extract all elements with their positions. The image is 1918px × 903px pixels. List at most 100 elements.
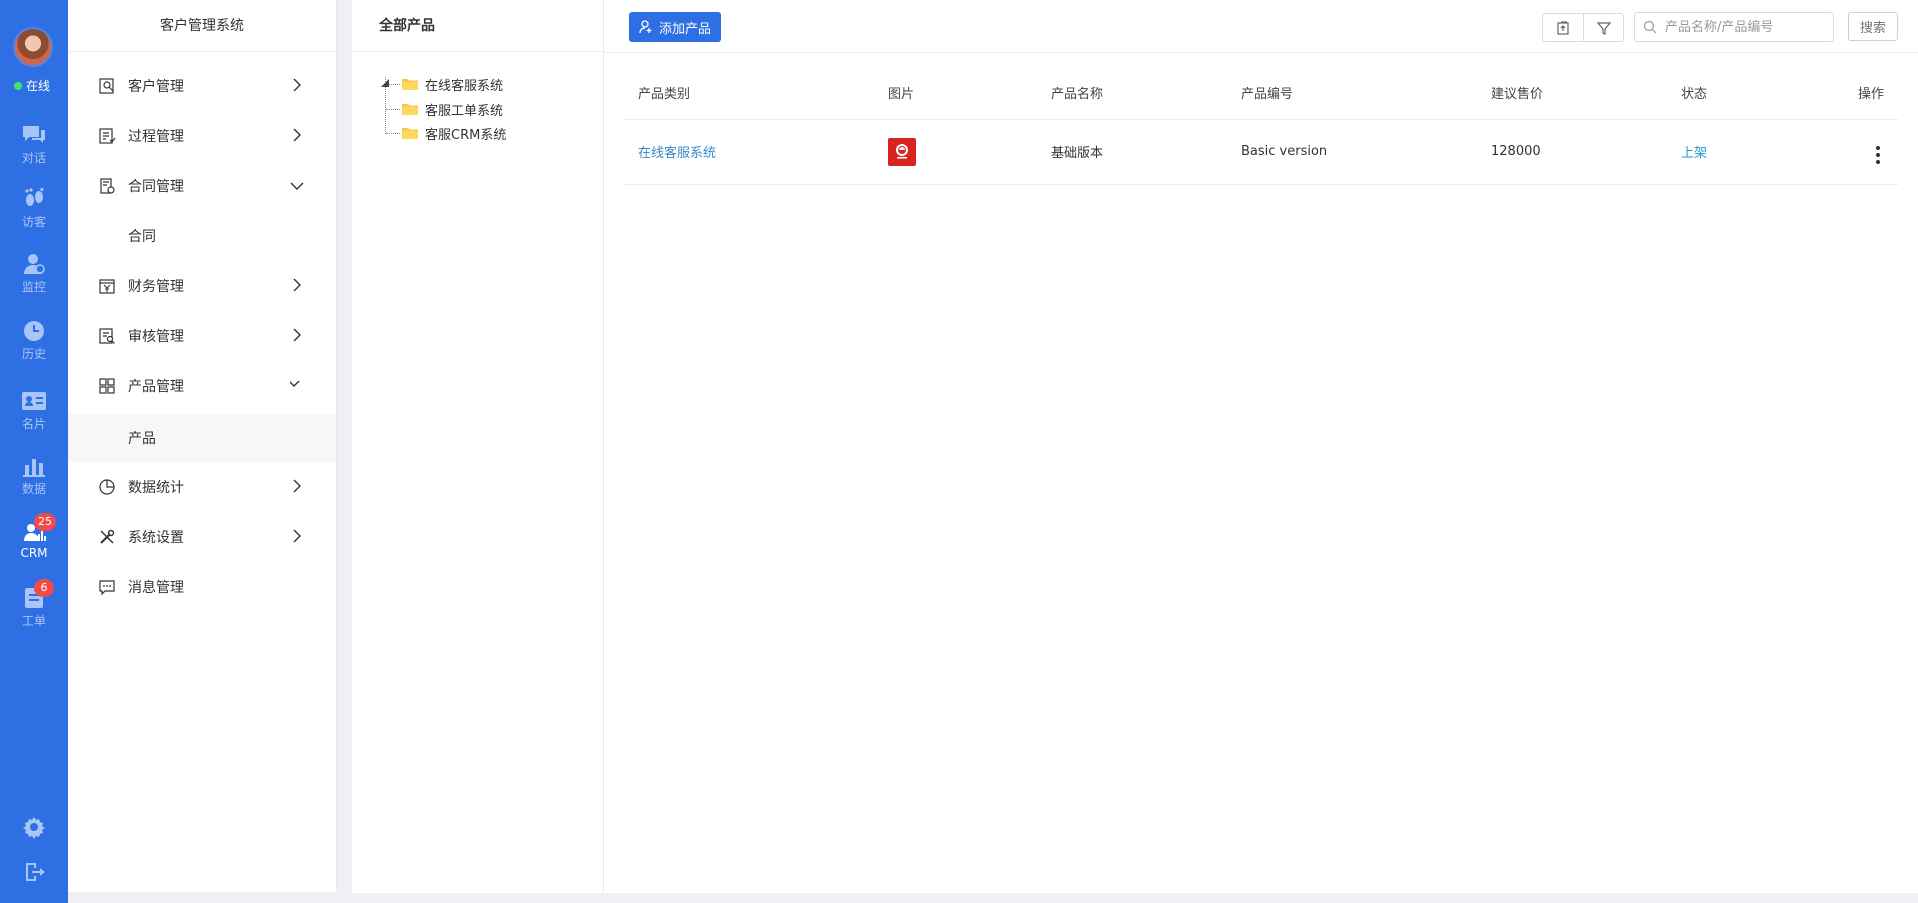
- export-icon: [1557, 20, 1569, 35]
- menu-item-contract-list[interactable]: 合同: [68, 214, 336, 258]
- menu-item-label: 客户管理: [128, 79, 184, 95]
- product-logo-icon: [896, 143, 908, 158]
- folder-icon: [402, 104, 418, 115]
- tree-connector: [386, 109, 400, 110]
- add-product-button[interactable]: 添加产品: [629, 12, 722, 42]
- filter-icon: [1596, 21, 1611, 35]
- rail-item-monitor[interactable]: 监控: [0, 253, 68, 295]
- add-user-icon: [639, 20, 652, 34]
- audit-icon: [99, 328, 115, 344]
- column-header[interactable]: 产品类别: [624, 66, 874, 120]
- rail-item-label: 名片: [21, 417, 46, 431]
- bar-chart-icon: [23, 459, 45, 477]
- tree-node[interactable]: 客服CRM系统: [402, 123, 506, 143]
- tools-icon: [100, 529, 115, 544]
- menu-item-process[interactable]: 过程管理: [68, 114, 336, 158]
- menu-item-audit[interactable]: 审核管理: [68, 314, 336, 358]
- menu-item-statistics[interactable]: 数据统计: [68, 465, 336, 509]
- settings-button[interactable]: [0, 815, 68, 839]
- rail-item-label: CRM: [20, 546, 48, 560]
- rail-item-label: 对话: [21, 151, 46, 165]
- ticket-badge: 6: [34, 579, 54, 597]
- product-table: 产品类别 图片 产品名称 产品编号 建议售价 状态 操作 在线客服系统 基础版本…: [624, 66, 1898, 185]
- tree-node[interactable]: 在线客服系统: [402, 74, 503, 94]
- menu-item-label: 过程管理: [128, 129, 184, 145]
- status-badge[interactable]: 上架: [1681, 146, 1707, 161]
- finance-icon: [99, 279, 115, 294]
- menu-item-label: 合同: [128, 229, 156, 245]
- chevron-right-icon: [293, 128, 301, 142]
- product-category-link[interactable]: 在线客服系统: [638, 146, 716, 161]
- crm-badge: 25: [34, 513, 56, 531]
- menu-item-label: 合同管理: [128, 179, 184, 195]
- rail-item-visitor[interactable]: 访客: [0, 188, 68, 230]
- chevron-right-icon: [293, 529, 301, 543]
- product-price: 128000: [1477, 119, 1667, 185]
- message-icon: [99, 580, 115, 596]
- column-header[interactable]: 状态: [1667, 66, 1807, 120]
- tree-node[interactable]: 客服工单系统: [402, 99, 503, 119]
- filter-button[interactable]: [1583, 14, 1623, 41]
- chevron-right-icon: [293, 78, 301, 92]
- menu-item-product[interactable]: 产品管理: [68, 364, 336, 408]
- column-header: 操作: [1807, 66, 1898, 120]
- menu-item-messages[interactable]: 消息管理: [68, 565, 336, 609]
- gear-icon: [23, 817, 45, 839]
- product-main: 添加产品 搜索 产品类别 图片 产品名称: [604, 0, 1918, 893]
- menu-item-contract[interactable]: 合同管理: [68, 164, 336, 208]
- app-window: 在线 对话 访客 监控 历史 名片 数据 25 CRM 6 工单 客户管理系统 …: [0, 0, 1918, 903]
- search-box: [1634, 12, 1834, 42]
- export-button[interactable]: [1543, 14, 1583, 41]
- menu-item-finance[interactable]: 财务管理: [68, 264, 336, 308]
- column-header[interactable]: 产品编号: [1227, 66, 1477, 120]
- menu-item-label: 产品: [128, 431, 156, 447]
- more-actions-icon[interactable]: [1876, 146, 1880, 164]
- column-header[interactable]: 建议售价: [1477, 66, 1667, 120]
- column-header[interactable]: 图片: [874, 66, 1037, 120]
- tree-title: 全部产品: [352, 0, 603, 52]
- chevron-right-icon: [293, 278, 301, 292]
- pie-chart-icon: [99, 479, 115, 495]
- product-name: 基础版本: [1037, 119, 1227, 185]
- rail-item-chat[interactable]: 对话: [0, 124, 68, 166]
- footprint-icon: [25, 188, 44, 206]
- table-row[interactable]: 在线客服系统 基础版本 Basic version 128000 上架: [624, 119, 1898, 185]
- rail-item-card[interactable]: 名片: [0, 390, 68, 432]
- folder-icon: [402, 79, 418, 90]
- rail-item-label: 数据: [21, 482, 46, 496]
- menu-item-label: 数据统计: [128, 480, 184, 496]
- tree-node-label: 客服工单系统: [425, 103, 504, 119]
- menu-item-label: 产品管理: [128, 379, 184, 395]
- process-icon: [99, 128, 116, 144]
- avatar[interactable]: [13, 27, 53, 67]
- rail-item-crm[interactable]: 25 CRM: [0, 513, 68, 560]
- menu-item-settings[interactable]: 系统设置: [68, 515, 336, 559]
- logout-icon: [26, 863, 45, 881]
- rail-item-data[interactable]: 数据: [0, 455, 68, 497]
- rail-item-label: 监控: [21, 280, 46, 294]
- menu-item-label: 消息管理: [128, 580, 184, 596]
- view-options: [1542, 13, 1624, 42]
- menu-item-label: 系统设置: [128, 530, 184, 546]
- product-image[interactable]: [888, 137, 916, 166]
- clock-icon: [24, 321, 44, 341]
- tree-collapse-icon[interactable]: [380, 78, 390, 88]
- rail-item-history[interactable]: 历史: [0, 320, 68, 362]
- online-status[interactable]: 在线: [14, 77, 50, 94]
- search-button[interactable]: 搜索: [1848, 12, 1898, 41]
- rail-item-ticket[interactable]: 6 工单: [0, 579, 68, 629]
- search-input[interactable]: [1665, 19, 1825, 35]
- id-card-icon: [22, 392, 46, 410]
- menu-item-customer[interactable]: 客户管理: [68, 64, 336, 108]
- menu-title: 客户管理系统: [68, 0, 336, 52]
- menu-item-label: 财务管理: [128, 279, 184, 295]
- menu-item-label: 审核管理: [128, 329, 184, 345]
- column-header[interactable]: 产品名称: [1037, 66, 1227, 120]
- logout-button[interactable]: [0, 860, 68, 884]
- product-grid-icon: [99, 378, 115, 394]
- monitor-user-icon: [24, 254, 45, 274]
- chat-icon: [23, 126, 45, 143]
- product-code: Basic version: [1227, 119, 1477, 185]
- menu-item-product-list[interactable]: 产品: [68, 414, 336, 462]
- category-tree-panel: 全部产品 在线客服系统 客服工单系统 客服CRM系统: [352, 0, 604, 893]
